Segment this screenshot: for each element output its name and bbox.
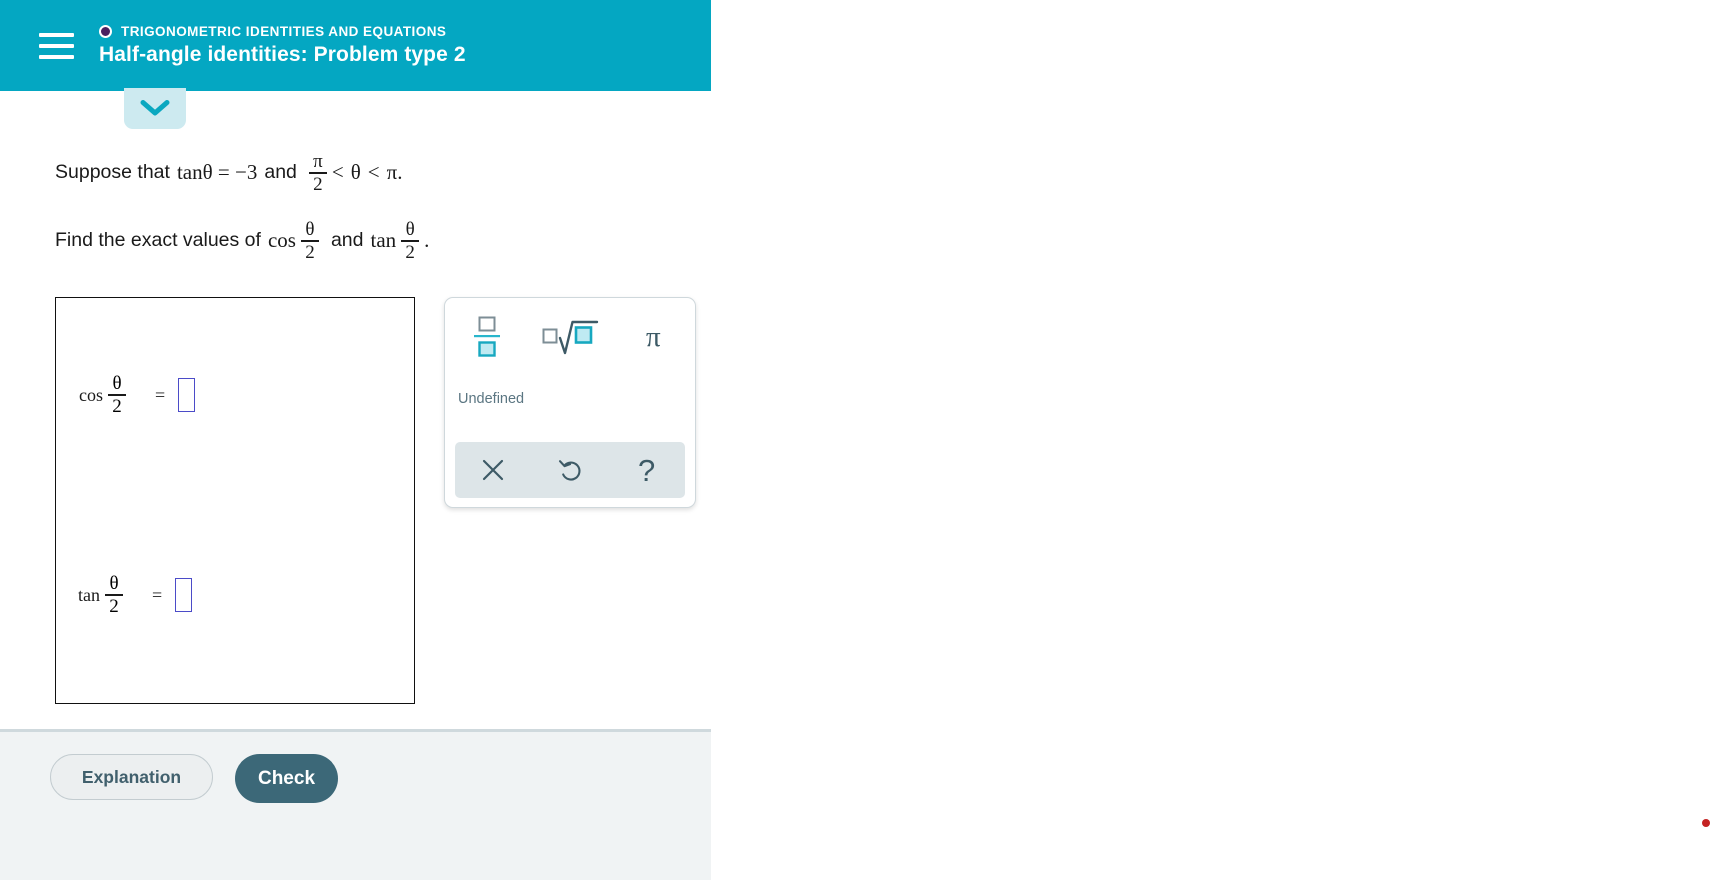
problem-line-2: Find the exact values of cos θ 2 and tan…	[55, 213, 675, 269]
problem-line-1: Suppose that tanθ = −3 and π 2 < θ < π.	[55, 145, 675, 201]
undo-icon	[558, 459, 580, 481]
cursor-dot	[1702, 819, 1710, 827]
equals-sign: =	[155, 384, 166, 405]
footer-bar: Explanation Check	[0, 732, 711, 880]
answer-function-label: tan	[78, 584, 100, 605]
inequality-left: <	[331, 160, 344, 185]
statement-prefix: Suppose that	[55, 161, 170, 184]
statement-conjunction: and	[330, 229, 364, 252]
fraction-numerator: θ	[112, 373, 122, 394]
chevron-down-icon	[140, 100, 170, 116]
breadcrumb: TRIGONOMETRIC IDENTITIES AND EQUATIONS	[99, 24, 466, 39]
upper-bound: π	[386, 160, 398, 185]
close-icon	[483, 459, 504, 481]
expand-panel-tab[interactable]	[124, 88, 186, 129]
answer-row-tan: tan θ 2 =	[78, 574, 193, 616]
help-button[interactable]: ?	[608, 442, 685, 498]
fraction-icon	[473, 316, 500, 357]
keypad-symbol-row: π	[445, 298, 695, 376]
keypad-status-text: Undefined	[458, 391, 525, 407]
period: .	[424, 228, 430, 253]
period: .	[397, 160, 403, 185]
fraction-button[interactable]	[445, 302, 528, 372]
cos-function-label: cos	[267, 228, 296, 253]
fraction-denominator: 2	[112, 395, 122, 417]
app-header: TRIGONOMETRIC IDENTITIES AND EQUATIONS H…	[0, 0, 711, 91]
explanation-button[interactable]: Explanation	[50, 754, 213, 800]
hamburger-bar	[38, 54, 74, 59]
page-title: Half-angle identities: Problem type 2	[99, 43, 466, 66]
given-equation: tanθ = −3	[176, 160, 258, 185]
fraction-numerator: θ	[109, 573, 119, 594]
fraction-denominator: 2	[313, 173, 323, 195]
fraction-denominator: 2	[109, 595, 119, 617]
question-mark-icon: ?	[638, 452, 656, 488]
clear-button[interactable]	[455, 442, 532, 498]
hamburger-menu-icon[interactable]	[30, 20, 82, 72]
tan-function-label: tan	[370, 228, 397, 253]
square-root-button[interactable]	[528, 302, 611, 372]
undo-button[interactable]	[532, 442, 609, 498]
theta-over-two-fraction: θ 2	[105, 574, 123, 616]
pi-over-two-fraction: π 2	[308, 150, 327, 195]
answer-row-cos: cos θ 2 =	[79, 374, 196, 416]
header-text-group: TRIGONOMETRIC IDENTITIES AND EQUATIONS H…	[99, 24, 466, 67]
hamburger-bar	[38, 43, 74, 48]
problem-statement: Suppose that tanθ = −3 and π 2 < θ < π. …	[55, 145, 675, 269]
pi-symbol: π	[645, 320, 661, 353]
keypad-action-row: ?	[455, 442, 685, 498]
answer-input-tan[interactable]	[175, 578, 193, 613]
breadcrumb-label: TRIGONOMETRIC IDENTITIES AND EQUATIONS	[121, 24, 447, 39]
answer-function-label: cos	[79, 384, 103, 405]
hamburger-bar	[38, 32, 74, 37]
fraction-numerator: π	[313, 150, 323, 172]
find-prefix: Find the exact values of	[55, 229, 261, 252]
answer-input-cos[interactable]	[178, 378, 196, 413]
page-root: TRIGONOMETRIC IDENTITIES AND EQUATIONS H…	[0, 0, 1714, 880]
fraction-numerator: θ	[305, 218, 315, 240]
pi-button[interactable]: π	[612, 302, 695, 372]
square-root-icon	[542, 320, 599, 355]
math-keypad-panel: π Undefined ?	[444, 297, 696, 508]
circle-icon	[99, 25, 112, 38]
answer-work-area: cos θ 2 = tan θ 2 =	[55, 297, 415, 704]
theta-over-two-fraction: θ 2	[401, 218, 420, 263]
fraction-numerator: θ	[405, 218, 415, 240]
theta-over-two-fraction: θ 2	[300, 218, 319, 263]
theta-variable: θ	[350, 160, 361, 185]
fraction-denominator: 2	[305, 241, 315, 263]
theta-over-two-fraction: θ 2	[108, 374, 126, 416]
inequality-right: <	[367, 160, 380, 185]
fraction-denominator: 2	[405, 241, 415, 263]
equals-sign: =	[152, 584, 163, 605]
statement-conjunction: and	[264, 161, 297, 184]
check-button[interactable]: Check	[235, 754, 338, 803]
